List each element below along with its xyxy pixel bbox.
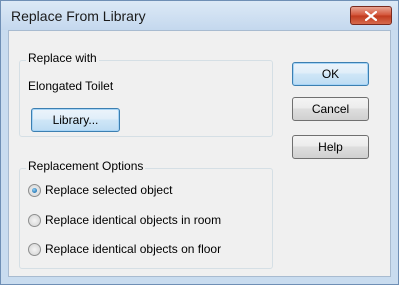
replaced-object-name: Elongated Toilet: [28, 79, 114, 93]
radio-label: Replace identical objects on floor: [45, 242, 222, 256]
radio-button[interactable]: [28, 242, 41, 256]
library-button[interactable]: Library...: [31, 108, 120, 132]
radio-button[interactable]: [28, 213, 41, 227]
dialog-title: Replace From Library: [11, 8, 146, 24]
ok-button[interactable]: OK: [292, 62, 369, 86]
radio-replace-on-floor[interactable]: Replace identical objects on floor: [28, 242, 221, 256]
close-button[interactable]: [350, 6, 392, 25]
radio-replace-selected[interactable]: Replace selected object: [28, 183, 172, 197]
dialog-client-area: Replace with Elongated Toilet Library...…: [8, 30, 391, 277]
help-button[interactable]: Help: [292, 135, 369, 159]
cancel-button[interactable]: Cancel: [292, 97, 369, 121]
replacement-options-legend: Replacement Options: [26, 159, 146, 173]
radio-replace-in-room[interactable]: Replace identical objects in room: [28, 213, 221, 227]
radio-label: Replace selected object: [45, 183, 173, 197]
radio-button-checked[interactable]: [28, 183, 41, 197]
replace-with-legend: Replace with: [26, 51, 99, 65]
radio-label: Replace identical objects in room: [45, 213, 222, 227]
title-bar[interactable]: Replace From Library: [1, 1, 398, 30]
close-icon: [365, 10, 377, 21]
dialog-window: Replace From Library Replace with Elonga…: [0, 0, 399, 285]
